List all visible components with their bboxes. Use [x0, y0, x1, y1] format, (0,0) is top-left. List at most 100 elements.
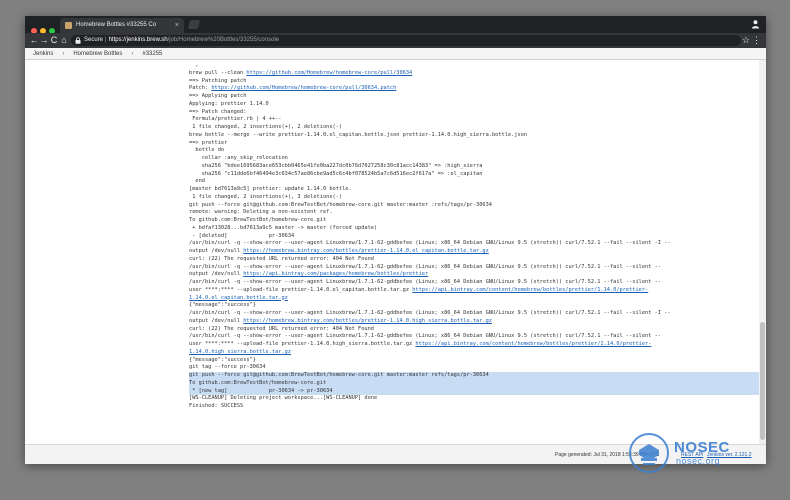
- console-text: git push --force git@github.com:BrewTest…: [189, 201, 492, 208]
- console-line: /usr/bin/curl -q --show-error --user-age…: [189, 310, 761, 318]
- console-link[interactable]: https://api.bintray.com/content/homebrew…: [412, 287, 648, 293]
- console-text: /usr/bin/curl -q --show-error --user-age…: [189, 310, 671, 316]
- console-line: [master bd7613a9c5] prettier: update 1.1…: [189, 186, 761, 194]
- console-link[interactable]: https://homebrew.bintray.com/bottles/pre…: [243, 318, 492, 324]
- console-text: ==> Applying patch: [189, 93, 247, 99]
- console-link[interactable]: https://github.com/Homebrew/homebrew-cor…: [246, 70, 412, 76]
- nosec-logo-icon: [629, 433, 669, 473]
- console-text: brew pull --clean: [189, 69, 247, 76]
- console-text: Formula/prettier.rb | 4 ++--: [189, 116, 282, 123]
- console-link[interactable]: https://github.com/Homebrew/homebrew-cor…: [211, 85, 396, 91]
- console-line: To github.com:BrewTestBot/homebrew-core.…: [189, 217, 761, 225]
- console-line: curl: (22) The requested URL returned er…: [189, 256, 761, 264]
- breadcrumb-jenkins[interactable]: Jenkins: [33, 48, 53, 60]
- breadcrumb-separator-icon: ›: [62, 51, 65, 57]
- breadcrumb-separator-icon: ›: [131, 51, 134, 57]
- console-line: ==> prettier: [189, 140, 761, 148]
- console-line: brew pull --clean https://github.com/Hom…: [189, 70, 761, 78]
- console-text: ==> Patching patch: [189, 77, 247, 84]
- console-line: /usr/bin/curl -q --show-error --user-age…: [189, 264, 761, 272]
- console-text: curl: (22) The requested URL returned er…: [189, 255, 374, 262]
- console-line: remote: warning: Deleting a non-existent…: [189, 209, 761, 217]
- console-text: output /dev/null: [189, 317, 244, 324]
- console-text: + bdfaf13028...bd7613a9c5 master -> mast…: [189, 224, 378, 231]
- address-bar[interactable]: Secure | https://jenkins.brew.sh/job/Homeb…: [71, 35, 741, 46]
- console-link[interactable]: https://homebrew.bintray.com/bottles/pre…: [243, 248, 489, 254]
- console-line: git tag --force pr-30634: [189, 364, 761, 372]
- console-line: 1.14.0.el_capitan.bottle.tar.gz: [189, 295, 761, 303]
- home-button[interactable]: ⌂: [58, 34, 70, 47]
- console-line: 1 file changed, 2 insertions(+), 2 delet…: [189, 124, 761, 132]
- console-text: git push --force git@github.com:BrewTest…: [189, 372, 489, 378]
- console-link[interactable]: 1.14.0.high_sierra.bottle.tar.gz: [189, 349, 291, 355]
- tab-strip: Homebrew Bottles #33255 Co ×: [25, 16, 766, 34]
- console-text: Patch:: [189, 85, 212, 92]
- console-output: , brew pull --clean https://github.com/Ho…: [189, 62, 761, 411]
- console-text: cellar :any_skip_relocation: [189, 155, 288, 161]
- new-tab-button[interactable]: [187, 20, 201, 29]
- console-line: {"message":"success"}: [189, 302, 761, 310]
- page-scrollbar[interactable]: [759, 60, 766, 444]
- console-link[interactable]: 1.14.0.el_capitan.bottle.tar.gz: [189, 295, 288, 301]
- console-text: Applying: prettier 1.14.0: [189, 100, 269, 107]
- scrollbar-thumb[interactable]: [760, 322, 765, 440]
- console-line: Patch: https://github.com/Homebrew/homeb…: [189, 85, 761, 93]
- incognito-profile-icon[interactable]: [751, 19, 760, 29]
- console-line: sha256 "bdee1695683ace653cbb0465e41fe0ba…: [189, 163, 761, 171]
- browser-window: Homebrew Bottles #33255 Co × ← → C ⌂ Sec…: [25, 16, 766, 464]
- breadcrumb-homebrew-bottles[interactable]: Homebrew Bottles: [73, 48, 122, 60]
- tab-close-icon[interactable]: ×: [175, 18, 179, 33]
- console-line: ==> Applying patch: [189, 93, 761, 101]
- console-line: Finished: SUCCESS: [189, 403, 761, 411]
- console-line: {"message":"success"}: [189, 357, 761, 365]
- console-line: Applying: prettier 1.14.0: [189, 101, 761, 109]
- console-text: To github.com:BrewTestBot/homebrew-core.…: [189, 217, 327, 223]
- nosec-watermark: NOSEC nosec.org: [628, 432, 748, 474]
- console-line: cellar :any_skip_relocation: [189, 155, 761, 163]
- breadcrumb: Jenkins › Homebrew Bottles › #33255: [25, 48, 766, 60]
- console-line: /usr/bin/curl -q --show-error --user-age…: [189, 333, 761, 341]
- console-line: brew bottle --merge --write prettier-1.1…: [189, 132, 761, 140]
- console-text: brew bottle --merge --write prettier-1.1…: [189, 131, 528, 138]
- console-text: output /dev/null: [189, 271, 244, 278]
- console-line: bottle do: [189, 147, 761, 155]
- console-text: bottle do: [189, 147, 225, 154]
- console-text: remote: warning: Deleting a non-existent…: [189, 209, 333, 216]
- console-line: user ****:**** --upload-file prettier-1.…: [189, 341, 761, 349]
- console-line: git push --force git@github.com:BrewTest…: [189, 372, 761, 380]
- secure-label: Secure: [84, 37, 104, 43]
- console-line: /usr/bin/curl -q --show-error --user-age…: [189, 240, 761, 248]
- tab-title: Homebrew Bottles #33255 Co: [76, 22, 157, 28]
- console-line: output /dev/null https://api.bintray.com…: [189, 271, 761, 279]
- breadcrumb-build-33255[interactable]: #33255: [142, 48, 162, 60]
- console-text: [master bd7613a9c5] prettier: update 1.1…: [189, 186, 352, 192]
- console-line: - [deleted] pr-30634: [189, 233, 761, 241]
- watermark-subtitle: nosec.org: [676, 456, 721, 466]
- console-text: user ****:**** --upload-file prettier-1.…: [189, 341, 416, 347]
- console-line: ==> Patching patch: [189, 78, 761, 86]
- console-text: curl: (22) The requested URL returned er…: [189, 325, 374, 332]
- console-line: end: [189, 178, 761, 186]
- console-link[interactable]: https://api.bintray.com/content/homebrew…: [415, 341, 651, 347]
- browser-menu-icon[interactable]: ⋮: [752, 34, 761, 47]
- console-line: [WS-CLEANUP] Deleting project workspace.…: [189, 395, 761, 403]
- console-text: output /dev/null: [189, 248, 244, 254]
- console-text: {"message":"success"}: [189, 302, 256, 309]
- console-text: end: [189, 178, 205, 185]
- console-line: Formula/prettier.rb | 4 ++--: [189, 116, 761, 124]
- console-text: - [deleted] pr-30634: [189, 232, 295, 239]
- console-text: 1 file changed, 2 insertions(+), 3 delet…: [189, 193, 343, 200]
- console-text: ==> prettier: [189, 139, 228, 146]
- console-line: output /dev/null https://homebrew.bintra…: [189, 248, 761, 256]
- console-text: git tag --force pr-30634: [189, 364, 266, 371]
- console-text: [WS-CLEANUP] Deleting project workspace.…: [189, 395, 378, 402]
- console-line: user ****:**** --upload-file prettier-1.…: [189, 287, 761, 295]
- console-text: /usr/bin/curl -q --show-error --user-age…: [189, 263, 661, 270]
- console-line: * [new tag] pr-30634 -> pr-30634: [189, 387, 761, 396]
- lock-icon: [75, 37, 81, 44]
- console-link[interactable]: https://api.bintray.com/packages/homebre…: [243, 271, 428, 277]
- console-text: * [new tag] pr-30634 -> pr-30634: [189, 387, 333, 394]
- console-text: To github.com:BrewTestBot/homebrew-core.…: [189, 379, 327, 386]
- browser-tab[interactable]: Homebrew Bottles #33255 Co ×: [60, 18, 184, 33]
- bookmark-star-icon[interactable]: ☆: [742, 34, 750, 47]
